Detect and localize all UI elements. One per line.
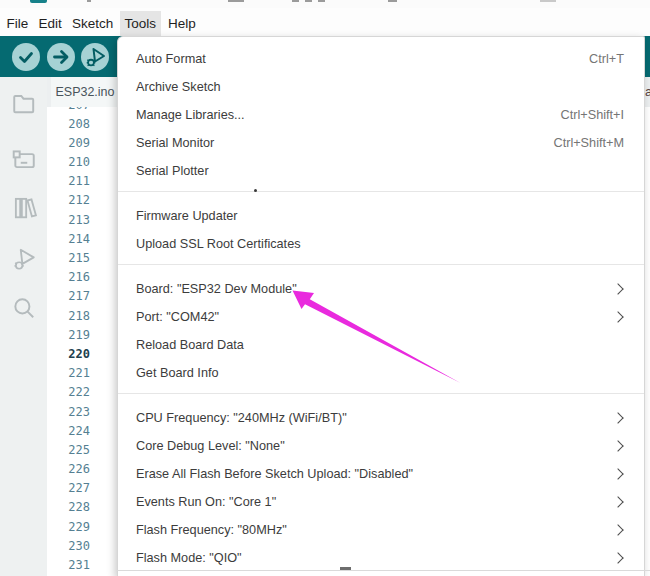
menubar-help[interactable]: Help	[164, 11, 201, 36]
menu-item-reload-board-data[interactable]: Reload Board Data	[118, 331, 644, 359]
menu-item-manage-libraries[interactable]: Manage Libraries... Ctrl+Shift+I	[118, 101, 644, 129]
menu-separator	[118, 393, 644, 394]
line-number: 221	[50, 364, 90, 383]
line-number: 222	[50, 383, 90, 402]
line-number: 216	[50, 268, 90, 287]
menu-bar: File Edit Sketch Tools Help	[0, 8, 650, 36]
line-numbers: 2072082092102112122132142152162172182192…	[50, 107, 90, 576]
menu-item-get-board-info[interactable]: Get Board Info	[118, 359, 644, 387]
menu-item-firmware-updater[interactable]: Firmware Updater	[118, 202, 644, 230]
shortcut-label: Ctrl+T	[589, 52, 624, 66]
line-number: 231	[50, 556, 90, 575]
line-number: 209	[50, 134, 90, 153]
line-number: 227	[50, 479, 90, 498]
debug-button[interactable]	[81, 43, 109, 71]
search-icon[interactable]	[11, 295, 37, 321]
chevron-right-icon	[612, 524, 623, 535]
chevron-right-icon	[612, 412, 623, 423]
check-icon	[12, 43, 40, 71]
menu-item-board[interactable]: Board: "ESP32 Dev Module"	[118, 275, 644, 303]
title-text-fragment	[540, 0, 556, 2]
title-bar	[0, 0, 650, 8]
menu-item-core-debug-level[interactable]: Core Debug Level: "None"	[118, 432, 644, 460]
line-number: 214	[50, 230, 90, 249]
title-text-fragment	[228, 0, 244, 2]
upload-button[interactable]	[47, 43, 75, 71]
scrollbar-fragment	[340, 567, 351, 570]
line-number: 210	[50, 153, 90, 172]
chevron-right-icon	[612, 552, 623, 563]
menubar-file[interactable]: File	[2, 11, 33, 36]
line-number: 230	[50, 537, 90, 556]
arduino-ide-window: File Edit Sketch Tools Help	[0, 0, 650, 576]
menubar-tools[interactable]: Tools	[120, 11, 161, 36]
chevron-right-icon	[612, 468, 623, 479]
menu-item-serial-monitor[interactable]: Serial Monitor Ctrl+Shift+M	[118, 129, 644, 157]
tab-esp32-ino[interactable]: ESP32.ino	[51, 77, 119, 107]
line-number: 225	[50, 441, 90, 460]
menubar-edit[interactable]: Edit	[34, 11, 66, 36]
menu-item-cpu-frequency[interactable]: CPU Frequency: "240MHz (WiFi/BT)"	[118, 404, 644, 432]
menu-bottom-edge	[117, 570, 650, 571]
shortcut-label: Ctrl+Shift+I	[561, 108, 624, 122]
code-text-fragment: a	[645, 84, 650, 99]
activity-sidebar	[0, 77, 47, 576]
stray-dot-artifact	[254, 189, 257, 192]
menu-item-upload-ssl-root-certificates[interactable]: Upload SSL Root Certificates	[118, 230, 644, 258]
title-text-fragment	[87, 0, 91, 2]
chevron-right-icon	[612, 283, 623, 294]
shortcut-label: Ctrl+Shift+M	[553, 136, 624, 150]
line-number: 213	[50, 211, 90, 230]
bug-play-icon	[81, 43, 109, 71]
line-number: 215	[50, 249, 90, 268]
menu-separator	[118, 264, 644, 265]
line-number: 229	[50, 518, 90, 537]
line-number: 208	[50, 115, 90, 134]
line-number: 228	[50, 498, 90, 517]
title-text-fragment	[388, 0, 397, 2]
library-manager-icon[interactable]	[11, 194, 37, 220]
chevron-right-icon	[612, 311, 623, 322]
line-number: 211	[50, 172, 90, 191]
menu-item-flash-frequency[interactable]: Flash Frequency: "80MHz"	[118, 516, 644, 544]
line-number: 220	[50, 345, 90, 364]
menubar-sketch[interactable]: Sketch	[68, 11, 118, 36]
menu-separator	[118, 191, 644, 192]
line-number: 207	[50, 107, 90, 115]
debug-sidebar-icon[interactable]	[11, 246, 37, 272]
menu-item-archive-sketch[interactable]: Archive Sketch	[118, 73, 644, 101]
menu-item-auto-format[interactable]: Auto Format Ctrl+T	[118, 45, 644, 73]
line-number: 223	[50, 403, 90, 422]
title-text-fragment	[292, 0, 299, 2]
line-number: 226	[50, 460, 90, 479]
chevron-right-icon	[612, 496, 623, 507]
app-logo-fragment	[30, 0, 47, 3]
menu-item-flash-mode[interactable]: Flash Mode: "QIO"	[118, 544, 644, 572]
sketchbook-folder-icon[interactable]	[11, 90, 37, 116]
line-number: 212	[50, 191, 90, 210]
boards-manager-icon[interactable]	[11, 146, 37, 172]
line-number: 224	[50, 422, 90, 441]
tools-menu: Auto Format Ctrl+T Archive Sketch Manage…	[117, 36, 645, 576]
menu-item-events-run-on[interactable]: Events Run On: "Core 1"	[118, 488, 644, 516]
line-number: 218	[50, 307, 90, 326]
arrow-right-icon	[47, 43, 75, 71]
title-text-fragment	[318, 0, 325, 2]
line-number: 219	[50, 326, 90, 345]
menu-item-serial-plotter[interactable]: Serial Plotter	[118, 157, 644, 185]
menu-item-erase-all-flash[interactable]: Erase All Flash Before Sketch Upload: "D…	[118, 460, 644, 488]
line-number: 217	[50, 287, 90, 306]
chevron-right-icon	[612, 440, 623, 451]
verify-button[interactable]	[12, 43, 40, 71]
title-text-fragment	[305, 0, 312, 2]
menu-item-port[interactable]: Port: "COM42"	[118, 303, 644, 331]
